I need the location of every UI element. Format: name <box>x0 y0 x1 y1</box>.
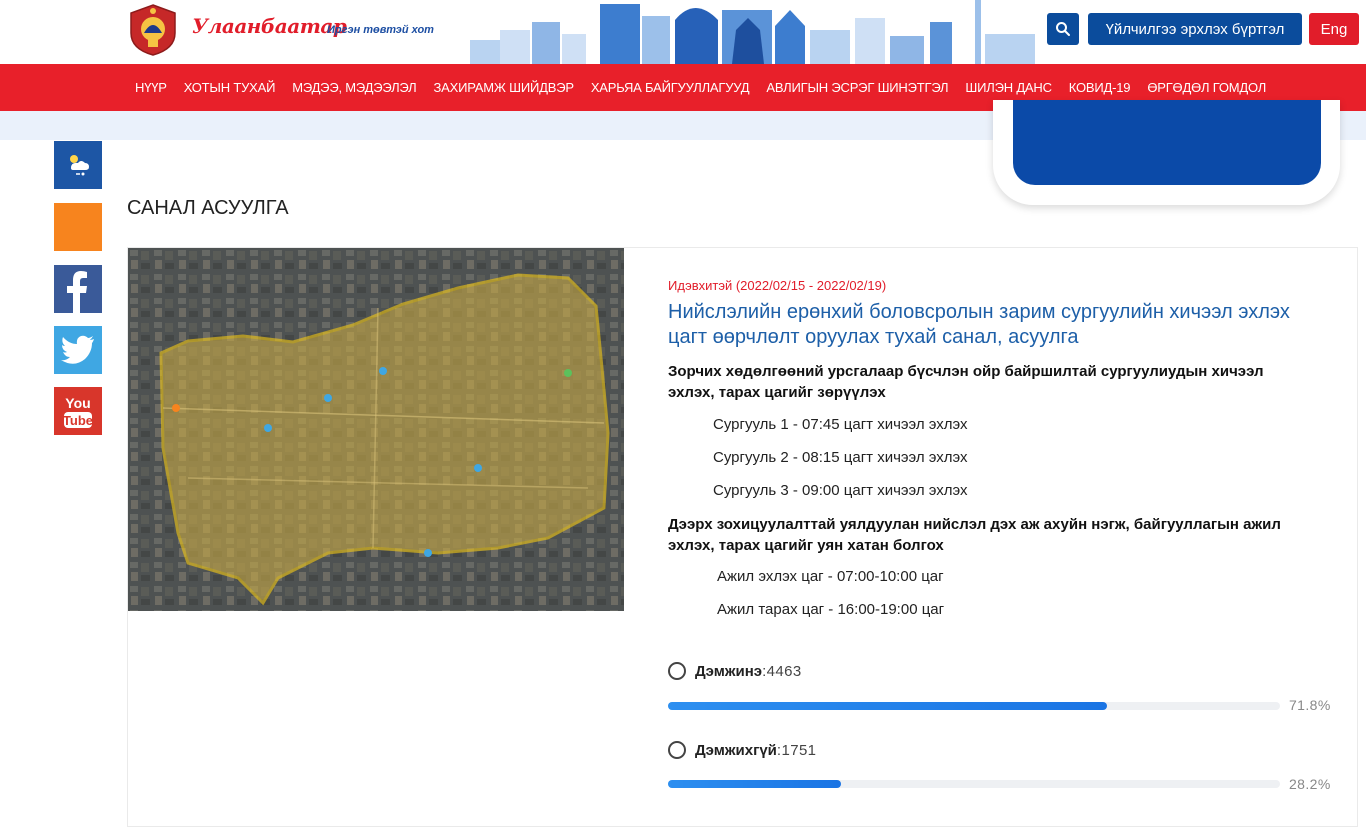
nav-item-organizations[interactable]: ХАРЬЯА БАЙГУУЛЛАГУУД <box>591 80 750 95</box>
youtube-link[interactable]: You Tube <box>54 387 102 435</box>
svg-text:You: You <box>65 395 90 411</box>
city-skyline-illustration <box>470 0 1035 64</box>
brand-name[interactable]: Улаанбаатар <box>192 14 347 38</box>
option-label: Дэмжихгүй <box>695 741 777 759</box>
result-bar <box>668 780 1280 788</box>
work-schedule-line: Ажил эхлэх цаг - 07:00-10:00 цаг <box>717 568 944 585</box>
weather-widget[interactable] <box>993 100 1340 205</box>
facebook-link[interactable] <box>54 265 102 313</box>
result-bar-fill <box>668 702 1108 710</box>
rss-link[interactable] <box>54 203 102 251</box>
weather-icon <box>70 155 89 176</box>
radio-button[interactable] <box>668 741 686 759</box>
result-bar <box>668 702 1280 710</box>
poll-option-oppose[interactable]: Дэмжихгүй :1751 <box>668 741 816 759</box>
option-count: :4463 <box>762 662 802 680</box>
brand-slogan: Иргэн төвтэй хот <box>327 24 434 36</box>
result-percent: 71.8% <box>1289 697 1331 713</box>
weather-widget-panel <box>1013 100 1321 185</box>
twitter-icon <box>61 335 94 364</box>
school-schedule-line: Сургууль 2 - 08:15 цагт хичээл эхлэх <box>713 449 968 466</box>
nav-item-news[interactable]: МЭДЭЭ, МЭДЭЭЛЭЛ <box>292 80 416 95</box>
result-percent: 28.2% <box>1289 776 1331 792</box>
page-title: САНАЛ АСУУЛГА <box>127 197 289 219</box>
nav-item-home[interactable]: НҮҮР <box>135 80 167 95</box>
nav-item-complaints[interactable]: ӨРГӨДӨЛ ГОМДОЛ <box>1147 80 1266 95</box>
city-emblem-icon[interactable] <box>126 3 180 57</box>
result-bar-fill <box>668 780 841 788</box>
nav-item-anti-corruption[interactable]: АВЛИГЫН ЭСРЭГ ШИНЭТГЭЛ <box>766 80 948 95</box>
work-schedule-line: Ажил тарах цаг - 16:00-19:00 цаг <box>717 601 945 618</box>
school-schedule-line: Сургууль 1 - 07:45 цагт хичээл эхлэх <box>713 416 968 433</box>
option-label: Дэмжинэ <box>695 662 763 680</box>
service-registration-button[interactable]: Үйлчилгээ эрхлэх бүртгэл <box>1088 13 1302 45</box>
language-switch-button[interactable]: Eng <box>1309 13 1359 45</box>
weather-link[interactable] <box>54 141 102 189</box>
nav-item-covid[interactable]: КОВИД-19 <box>1069 80 1131 95</box>
poll-section-heading-schools: Зорчих хөдөлгөөний урсгалаар бүсчлэн ойр… <box>668 363 1264 401</box>
nav-item-decrees[interactable]: ЗАХИРАМЖ ШИЙДВЭР <box>433 80 574 95</box>
nav-item-transparent-account[interactable]: ШИЛЭН ДАНС <box>965 80 1052 95</box>
site-header: Улаанбаатар Иргэн төвтэй хот Үйлчилгээ э… <box>0 0 1366 64</box>
youtube-icon: You Tube <box>63 395 93 428</box>
twitter-link[interactable] <box>54 326 102 374</box>
poll-period: Идэвхитэй (2022/02/15 - 2022/02/19) <box>668 278 887 293</box>
poll-option-support[interactable]: Дэмжинэ :4463 <box>668 662 802 680</box>
nav-item-about-city[interactable]: ХОТЫН ТУХАЙ <box>184 80 276 95</box>
poll-section-heading-work: Дээрх зохицуулалттай уялдуулан нийслэл д… <box>668 516 1281 554</box>
radio-button[interactable] <box>668 662 686 680</box>
poll-title[interactable]: Нийслэлийн ерөнхий боловсролын зарим сур… <box>668 300 1328 350</box>
svg-text:Tube: Tube <box>63 413 93 428</box>
poll-map-image <box>128 248 624 611</box>
facebook-icon <box>67 271 87 313</box>
search-icon <box>1056 22 1070 36</box>
school-schedule-line: Сургууль 3 - 09:00 цагт хичээл эхлэх <box>713 482 968 499</box>
search-button[interactable] <box>1047 13 1079 45</box>
option-count: :1751 <box>776 741 817 759</box>
